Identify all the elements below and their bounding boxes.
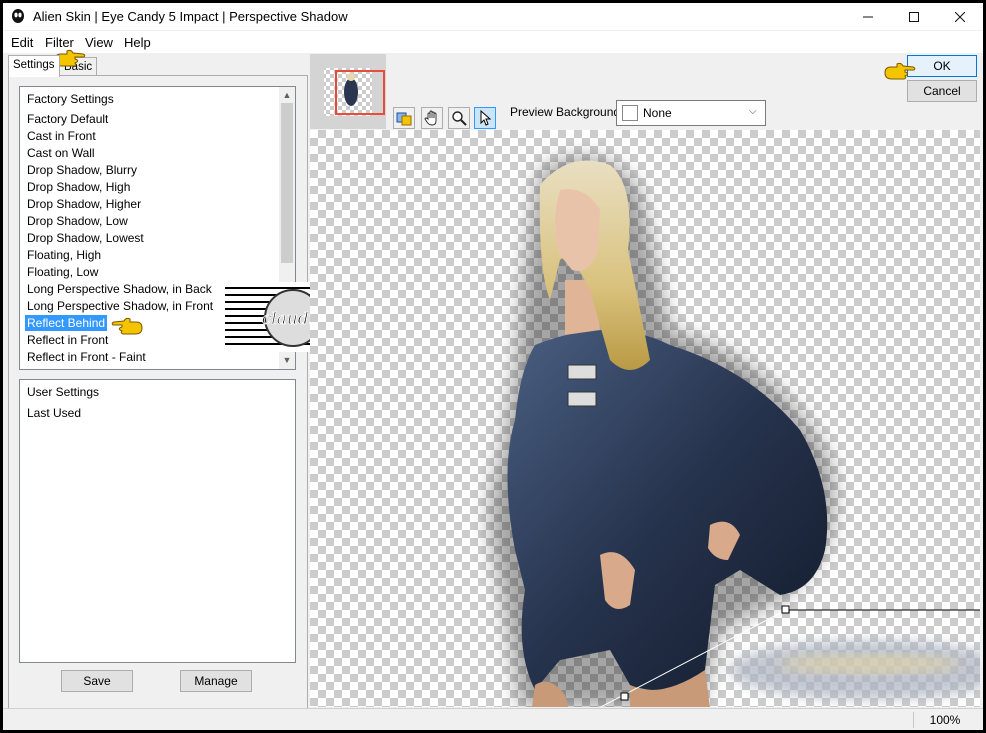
close-icon — [955, 11, 965, 22]
color-swatch — [622, 105, 638, 121]
preview-image — [490, 156, 980, 707]
list-item[interactable]: Cast on Wall — [25, 145, 97, 161]
user-settings-list[interactable]: User Settings Last Used — [19, 379, 296, 663]
preview-canvas[interactable] — [310, 130, 980, 707]
list-item[interactable]: Last Used — [25, 405, 83, 421]
manage-button[interactable]: Manage — [180, 670, 252, 692]
scroll-up-icon[interactable]: ▲ — [282, 90, 292, 100]
list-item[interactable]: Drop Shadow, Blurry — [25, 162, 139, 178]
maximize-icon — [909, 11, 919, 22]
list-item[interactable]: Cast in Front — [25, 128, 98, 144]
status-bar: 100% — [3, 708, 983, 730]
list-item[interactable]: Floating, Low — [25, 264, 100, 280]
list-item[interactable]: Floating, High — [25, 247, 103, 263]
scroll-thumb[interactable] — [281, 103, 293, 263]
zoom-icon — [452, 111, 467, 126]
settings-panel: Factory Settings Factory Default Cast in… — [8, 75, 308, 709]
list-item[interactable]: Drop Shadow, Low — [25, 213, 130, 229]
select-tool-button[interactable] — [474, 107, 496, 129]
maximize-button[interactable] — [891, 3, 937, 30]
settings-tabs: Settings Basic — [3, 54, 308, 77]
preview-background-select[interactable]: None ⌵ — [616, 100, 766, 126]
list-item[interactable]: Drop Shadow, High — [25, 179, 132, 195]
list-item[interactable]: Long Perspective Shadow, in Back — [25, 281, 214, 297]
pointing-hand-icon — [111, 317, 143, 335]
arrow-select-icon — [480, 110, 492, 126]
title-bar: Alien Skin | Eye Candy 5 Impact | Perspe… — [3, 3, 983, 30]
list-item[interactable]: Reflect in Front — [25, 332, 110, 348]
thumbnail-navigator[interactable] — [310, 54, 386, 129]
preview-background-label: Preview Background: — [510, 105, 624, 119]
preview-toggle-icon — [396, 112, 412, 126]
menu-edit[interactable]: Edit — [11, 35, 33, 50]
thumbnail-image — [310, 54, 386, 129]
list-item-selected[interactable]: Reflect Behind — [25, 315, 108, 331]
chevron-down-icon: ⌵ — [749, 106, 757, 117]
eye-candy-window: Alien Skin | Eye Candy 5 Impact | Perspe… — [3, 3, 983, 730]
menu-bar: Edit Filter View Help — [3, 31, 983, 53]
preview-background-value: None — [643, 106, 672, 120]
hand-icon — [424, 110, 437, 126]
factory-settings-header: Factory Settings — [27, 92, 114, 106]
save-button[interactable]: Save — [61, 670, 133, 692]
list-item[interactable]: Drop Shadow, Higher — [25, 196, 143, 212]
tab-settings[interactable]: Settings — [8, 55, 60, 77]
close-button[interactable] — [937, 3, 983, 30]
alien-skin-app-icon — [12, 9, 24, 23]
minimize-icon — [863, 16, 873, 17]
hand-tool-button[interactable] — [421, 107, 443, 129]
list-item[interactable]: Reflect in Front - Faint — [25, 349, 148, 365]
list-item[interactable]: Drop Shadow, Lowest — [25, 230, 146, 246]
toggle-preview-button[interactable] — [393, 107, 415, 129]
zoom-tool-button[interactable] — [448, 107, 470, 129]
menu-view[interactable]: View — [85, 35, 113, 50]
pointing-hand-icon — [884, 62, 916, 80]
window-title: Alien Skin | Eye Candy 5 Impact | Perspe… — [33, 9, 348, 24]
menu-help[interactable]: Help — [124, 35, 151, 50]
cancel-button[interactable]: Cancel — [907, 80, 977, 102]
minimize-button[interactable] — [845, 3, 891, 30]
list-item[interactable]: Long Perspective Shadow, in Front — [25, 298, 215, 314]
list-item[interactable]: Factory Default — [25, 111, 110, 127]
user-settings-header: User Settings — [27, 385, 100, 399]
scroll-down-icon[interactable]: ▼ — [282, 355, 292, 365]
zoom-level: 100% — [913, 712, 976, 728]
